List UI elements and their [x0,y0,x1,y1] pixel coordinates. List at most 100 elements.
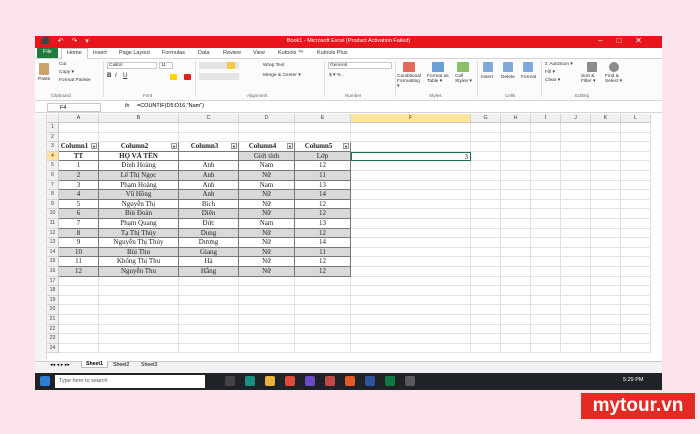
filter-dropdown-icon[interactable]: ▾ [91,143,97,150]
column-header[interactable]: A [59,114,99,123]
empty-cell[interactable] [471,238,501,248]
table-cell[interactable]: 3 [59,180,99,191]
delete-cells-icon[interactable] [503,62,513,72]
table-cell[interactable]: Phạm Hoàng [99,180,179,191]
empty-cell[interactable] [295,295,351,306]
format-as-table-icon[interactable] [432,62,444,72]
table-cell[interactable]: Nữ [239,257,295,267]
empty-cell[interactable] [471,209,501,219]
tab-file[interactable]: File [37,48,58,58]
empty-cell[interactable] [531,209,561,219]
empty-cell[interactable] [591,123,621,133]
row-header[interactable]: 22 [47,324,59,335]
word-icon[interactable] [365,376,375,386]
empty-cell[interactable] [351,142,471,152]
empty-cell[interactable] [501,315,531,325]
row-header[interactable]: 24 [47,343,59,354]
empty-cell[interactable] [621,267,651,277]
empty-cell[interactable] [501,123,531,133]
empty-cell[interactable] [295,286,351,296]
empty-cell[interactable] [561,324,591,335]
number-format-select[interactable]: General [328,62,392,69]
empty-cell[interactable] [239,276,295,287]
fill-button[interactable]: Fill ▾ [545,70,555,75]
empty-cell[interactable] [295,132,351,143]
table-cell[interactable]: Column3 ▾ [179,142,239,152]
empty-cell[interactable] [471,315,501,325]
empty-cell[interactable] [351,257,471,267]
empty-cell[interactable] [561,228,591,239]
active-cell-f4[interactable]: 3 [351,151,471,162]
empty-cell[interactable] [591,286,621,296]
empty-cell[interactable] [501,324,531,335]
empty-cell[interactable] [179,315,239,325]
tab-page-layout[interactable]: Page Layout [119,50,150,56]
empty-cell[interactable] [561,247,591,258]
table-cell[interactable]: Nguyễn Thu [99,267,179,277]
empty-cell[interactable] [531,228,561,239]
empty-cell[interactable] [501,247,531,258]
font-size-select[interactable]: 11 [159,62,173,69]
empty-cell[interactable] [621,132,651,143]
empty-cell[interactable] [179,132,239,143]
table-cell[interactable]: 12 [295,161,351,171]
empty-cell[interactable] [59,276,99,287]
sheet-tab-sheet3[interactable]: Sheet3 [141,362,157,368]
app-icon[interactable] [345,376,355,386]
bold-button[interactable]: B [107,73,111,79]
table-cell[interactable]: Hà [179,257,239,267]
empty-cell[interactable] [531,276,561,287]
empty-cell[interactable] [501,190,531,200]
empty-cell[interactable] [561,343,591,354]
empty-cell[interactable] [501,295,531,306]
sheet-tab-sheet1[interactable]: Sheet1 [81,361,109,368]
table-cell[interactable]: 12 [295,228,351,239]
empty-cell[interactable] [99,286,179,296]
empty-cell[interactable] [561,257,591,267]
table-cell[interactable]: Tạ Thị Thủy [99,228,179,239]
empty-cell[interactable] [621,315,651,325]
empty-cell[interactable] [561,190,591,200]
empty-cell[interactable] [591,132,621,143]
row-header[interactable]: 10 [47,209,59,219]
table-cell[interactable]: 12 [295,267,351,277]
fill-color-icon[interactable] [170,74,177,80]
empty-cell[interactable] [531,132,561,143]
table-cell[interactable]: Column2 ▾ [99,142,179,152]
table-cell[interactable]: Vũ Hồng [99,190,179,200]
empty-cell[interactable] [351,228,471,239]
empty-cell[interactable] [471,190,501,200]
empty-cell[interactable] [621,295,651,306]
empty-cell[interactable] [531,247,561,258]
table-cell[interactable]: Nữ [239,247,295,258]
empty-cell[interactable] [501,199,531,210]
empty-cell[interactable] [621,343,651,354]
filter-dropdown-icon[interactable]: ▾ [287,143,293,150]
column-header[interactable]: L [621,114,651,123]
name-box[interactable]: F4 [47,103,101,112]
paste-icon[interactable] [39,63,49,75]
empty-cell[interactable] [351,276,471,287]
empty-cell[interactable] [531,180,561,191]
empty-cell[interactable] [99,315,179,325]
empty-cell[interactable] [621,247,651,258]
empty-cell[interactable] [179,334,239,344]
empty-cell[interactable] [501,343,531,354]
empty-cell[interactable] [591,219,621,229]
row-header[interactable]: 20 [47,305,59,315]
empty-cell[interactable] [99,305,179,315]
tab-kutools[interactable]: Kutools ™ [278,50,303,56]
empty-cell[interactable] [501,219,531,229]
empty-cell[interactable] [471,132,501,143]
empty-cell[interactable] [621,123,651,133]
empty-cell[interactable] [621,190,651,200]
empty-cell[interactable] [59,295,99,306]
empty-cell[interactable] [295,324,351,335]
align-middle-icon[interactable] [227,62,235,69]
empty-cell[interactable] [99,295,179,306]
italic-button[interactable]: I [115,73,117,79]
taskbar-search[interactable]: Type here to search [55,375,205,388]
table-cell[interactable]: Anh [179,190,239,200]
empty-cell[interactable] [591,209,621,219]
empty-cell[interactable] [179,324,239,335]
